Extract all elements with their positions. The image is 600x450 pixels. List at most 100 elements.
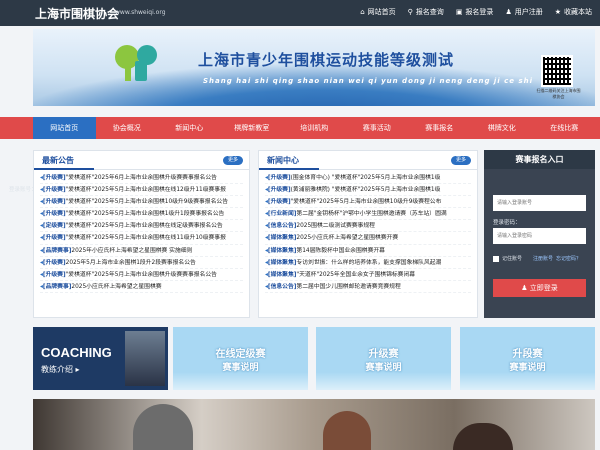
list-item[interactable]: ◂[媒体聚焦]2025小应氏杯上海希望之星围棋赛开赛	[265, 232, 471, 245]
hero-banner[interactable]: 上海市青少年围棋运动技能等级测试 Shang hai shi qing shao…	[33, 29, 595, 106]
feature-tiles: COACHING 教练介绍 ▸ 在线定级赛 赛事说明 升级赛 赛事说明 升段赛 …	[33, 327, 595, 390]
item-tag: [升级赛]	[42, 187, 66, 194]
list-item[interactable]: ◂[品牌赛事]2025小应氏杯上海希望之星围棋赛	[40, 281, 243, 293]
list-item[interactable]: ◂[升级赛]"爱棋道杯"2025年5月上海市业余围棋升级赛赛事报名公告	[40, 269, 243, 281]
nav-item-classroom[interactable]: 棋牌新教室	[221, 117, 284, 139]
photo-figure	[133, 404, 193, 450]
nav-item-about[interactable]: 协会概况	[96, 117, 159, 139]
search-icon: ⚲	[407, 8, 413, 16]
announcements-list: ◂[升级赛]"爱棋道杯"2025年6月上海市业余围棋升级赛赛事报名公告 ◂[升级…	[34, 170, 249, 295]
account-input[interactable]	[493, 195, 586, 211]
nav-item-online-match[interactable]: 在线比赛	[533, 117, 596, 139]
site-title[interactable]: 上海市围棋协会	[35, 5, 119, 22]
user-icon: ♟	[505, 8, 512, 16]
top-link-home[interactable]: ⌂ 网站首页	[360, 7, 395, 17]
list-item[interactable]: ◂[定级赛]"爱棋道杯"2025年5月上海市业余围棋在线定级赛事报名公告	[40, 220, 243, 233]
tile-heading: 在线定级赛	[215, 349, 266, 360]
list-item[interactable]: ◂[媒体聚焦]"天道杯"2025年全国业余女子围棋锦标赛闭幕	[265, 269, 471, 281]
register-link[interactable]: 注册账号	[533, 255, 553, 262]
item-tag: [定级赛]	[42, 223, 66, 230]
forgot-password-link[interactable]: 忘记密码？	[556, 255, 581, 262]
list-item[interactable]: ◂[升级赛]"爱棋道杯"2025年6月上海市业余围棋升级赛赛事报名公告	[40, 172, 243, 185]
list-item[interactable]: ◂[媒体聚焦]专访刘世振：什么样的培养体系，能支撑国象梯队风起潮	[265, 257, 471, 269]
tile-heading: 升段赛	[512, 349, 543, 360]
item-text: (围金体育中心) "爱棋道杯"2025年5月上海市业余围棋1级	[290, 175, 441, 181]
top-link-label: 收藏本站	[564, 8, 592, 16]
item-text: 第14届陈毅杯中国业余围棋赛开幕	[296, 247, 385, 254]
home-icon: ⌂	[360, 8, 365, 16]
nav-item-signup[interactable]: 赛事报名	[408, 117, 471, 139]
title-underline	[34, 168, 94, 170]
item-tag: [媒体聚焦]	[267, 235, 297, 242]
item-text: "爱棋道杯"2025年5月上海市业余围棋在线11级升10级赛事报	[65, 235, 226, 242]
photo-figure	[323, 411, 371, 450]
tile-decoration	[460, 372, 595, 390]
nav-item-news[interactable]: 新闻中心	[158, 117, 221, 139]
top-link-query[interactable]: ⚲ 报名查询	[408, 7, 444, 17]
qr-caption: 扫描二维码关注上海市围棋协会	[536, 88, 581, 99]
list-item[interactable]: ◂[升级赛](黄浦丽雅棋院) "爱棋道杯"2025年5月上海市业余围棋1级	[265, 184, 471, 197]
top-link-label: 用户注册	[514, 8, 543, 16]
nav-item-culture[interactable]: 棋牌文化	[471, 117, 534, 139]
qr-code	[541, 55, 573, 87]
item-text: 2025年小应氏杯上海希望之星围棋赛 实施细则	[71, 247, 193, 254]
top-link-bookmark[interactable]: ★ 收藏本站	[555, 7, 592, 17]
login-options: 记住账号 注册账号 忘记密码？	[493, 255, 588, 262]
list-item[interactable]: ◂[升级赛]2025年5月上海市业余围棋1段升2段赛事报名公告	[40, 257, 243, 269]
list-item[interactable]: ◂[升级赛]"爱棋道杯"2025年5月上海市业余围棋1级升1段赛事报名公告	[40, 208, 243, 221]
item-text: 第二届"金钥杨杯"沪鄂中小学生围棋邀请赛（苏车站）圆满	[296, 211, 447, 218]
coaching-tile[interactable]: COACHING 教练介绍 ▸	[33, 327, 168, 390]
password-label: 登录密码：	[493, 220, 521, 226]
more-button[interactable]: 更多	[223, 156, 243, 165]
list-item[interactable]: ◂[信息公告]第二届中国少儿围棋邮轮邀请赛竞赛规程	[265, 281, 471, 293]
top-link-label: 报名查询	[415, 8, 444, 16]
item-tag: [品牌赛事]	[42, 247, 72, 254]
site-url: www.shweiqi.org	[115, 9, 166, 16]
item-tag: [信息公告]	[267, 223, 297, 230]
item-tag: [升级赛]	[42, 259, 66, 266]
account-label: 登录账号：	[9, 187, 37, 193]
item-tag: [品牌赛事]	[42, 283, 72, 290]
item-text: "爱棋道杯"2025年5月上海市业余围棋1级升1段赛事报名公告	[65, 211, 225, 218]
list-item[interactable]: ◂[品牌赛事]2025年小应氏杯上海希望之星围棋赛 实施细则	[40, 245, 243, 257]
remember-checkbox[interactable]	[493, 255, 499, 262]
upgrade-tile[interactable]: 升级赛 赛事说明	[316, 327, 451, 390]
item-tag: [升级赛]	[267, 199, 291, 206]
news-panel: 新闻中心 更多 ◂[升级赛](围金体育中心) "爱棋道杯"2025年5月上海市业…	[258, 150, 478, 318]
item-text: 第二届中国少儿围棋邮轮邀请赛竞赛规程	[296, 283, 401, 290]
list-item[interactable]: ◂[信息公告]2025围棋二级测试赛赛事规程	[265, 220, 471, 233]
banner-title: 上海市青少年围棋运动技能等级测试	[198, 51, 455, 69]
item-tag: [信息公告]	[267, 283, 297, 290]
list-item[interactable]: ◂[升级赛]"爱棋道杯"2025年5月上海市业余围棋在线12级升11级赛事报	[40, 184, 243, 197]
tile-decoration	[173, 372, 308, 390]
list-item[interactable]: ◂[升级赛](围金体育中心) "爱棋道杯"2025年5月上海市业余围棋1级	[265, 172, 471, 185]
list-item[interactable]: ◂[媒体聚焦]第14届陈毅杯中国业余围棋赛开幕	[265, 245, 471, 257]
login-title: 赛事报名入口	[484, 150, 595, 169]
news-title: 新闻中心	[267, 156, 299, 165]
nav-item-events[interactable]: 赛事活动	[346, 117, 409, 139]
coaching-heading: COACHING	[41, 345, 112, 360]
login-button[interactable]: ♟ 立即登录	[493, 279, 586, 297]
list-item[interactable]: ◂[行业新闻]第二届"金钥杨杯"沪鄂中小学生围棋邀请赛（苏车站）圆满	[265, 208, 471, 221]
main-nav: 网站首页 协会概况 新闻中心 棋牌新教室 培训机构 赛事活动 赛事报名 棋牌文化…	[0, 117, 600, 139]
nav-item-home[interactable]: 网站首页	[33, 117, 96, 139]
list-item[interactable]: ◂[升级赛]"爱棋道杯"2025年5月上海市业余围棋10级升9级赛程公布	[265, 196, 471, 209]
item-text: "爱棋道杯"2025年5月上海市业余围棋10级升9级赛事报名公告	[65, 199, 228, 206]
news-list: ◂[升级赛](围金体育中心) "爱棋道杯"2025年5月上海市业余围棋1级 ◂[…	[259, 170, 477, 295]
dan-upgrade-tile[interactable]: 升段赛 赛事说明	[460, 327, 595, 390]
item-text: 2025小应氏杯上海希望之星围棋赛	[71, 283, 162, 290]
panel-header: 最新公告 更多	[34, 151, 249, 170]
list-item[interactable]: ◂[升级赛]"爱棋道杯"2025年5月上海市业余围棋10级升9级赛事报名公告	[40, 196, 243, 209]
online-rating-tile[interactable]: 在线定级赛 赛事说明	[173, 327, 308, 390]
more-button[interactable]: 更多	[451, 156, 471, 165]
item-text: (黄浦丽雅棋院) "爱棋道杯"2025年5月上海市业余围棋1级	[290, 187, 441, 194]
password-input[interactable]	[493, 228, 586, 244]
nav-item-training[interactable]: 培训机构	[283, 117, 346, 139]
top-link-login[interactable]: ▣ 报名登录	[456, 7, 494, 17]
item-tag: [升级赛]	[267, 175, 291, 181]
panel-header: 新闻中心 更多	[259, 151, 477, 170]
list-item[interactable]: ◂[升级赛]"爱棋道杯"2025年5月上海市业余围棋在线11级升10级赛事报	[40, 232, 243, 245]
top-link-register[interactable]: ♟ 用户注册	[505, 7, 542, 17]
item-tag: [升级赛]	[42, 199, 66, 206]
login-button-label: 立即登录	[529, 284, 558, 292]
